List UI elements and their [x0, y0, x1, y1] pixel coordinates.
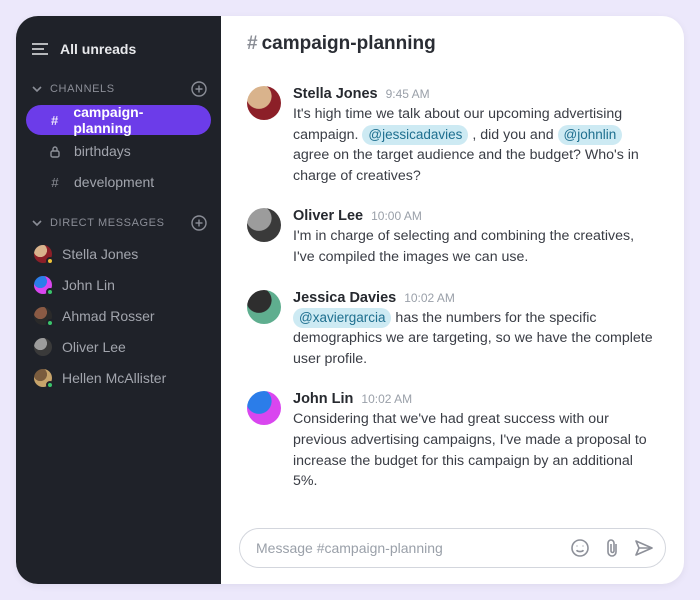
text-run: Considering that we've had great success… — [293, 411, 647, 489]
presence-dot — [46, 288, 54, 296]
dm-item-label: Oliver Lee — [62, 339, 126, 355]
sidebar-item-label: development — [74, 174, 154, 190]
composer-area — [221, 520, 684, 584]
message-text: I'm in charge of selecting and combining… — [293, 226, 658, 267]
main-panel: # campaign-planning Stella Jones 9:45 AM I… — [221, 16, 684, 584]
hash-icon: # — [46, 175, 64, 190]
mention[interactable]: @xaviergarcia — [293, 308, 391, 329]
dm-item-label: Stella Jones — [62, 246, 138, 262]
message-time: 10:02 AM — [361, 392, 412, 406]
dm-item-oliver-lee[interactable]: Oliver Lee — [16, 332, 221, 362]
text-run: agree on the target audience and the bud… — [293, 147, 639, 184]
channels-list: # campaign-planning birthdays # development — [16, 104, 221, 198]
avatar — [34, 276, 52, 294]
sidebar-item-birthdays[interactable]: birthdays — [26, 136, 211, 166]
channels-section-header[interactable]: CHANNELS — [16, 74, 221, 104]
avatar — [34, 369, 52, 387]
message: John Lin 10:02 AM Considering that we've h… — [247, 381, 658, 503]
sidebar: All unreads CHANNELS # campaign-planning b… — [16, 16, 221, 584]
avatar — [34, 245, 52, 263]
send-icon[interactable] — [633, 537, 655, 559]
message-time: 10:00 AM — [371, 209, 422, 223]
dm-item-ahmad-rosser[interactable]: Ahmad Rosser — [16, 301, 221, 331]
add-channel-button[interactable] — [191, 81, 207, 97]
message-time: 9:45 AM — [386, 87, 430, 101]
message: Stella Jones 9:45 AM It's high time we tal… — [247, 76, 658, 198]
text-run: , did you and — [468, 127, 557, 143]
all-unreads-button[interactable]: All unreads — [16, 34, 221, 64]
message-author: Jessica Davies — [293, 290, 396, 306]
message-header: John Lin 10:02 AM — [293, 391, 658, 407]
avatar — [247, 208, 281, 242]
channel-name: campaign-planning — [262, 33, 436, 55]
message-author: John Lin — [293, 391, 353, 407]
presence-dot — [46, 381, 54, 389]
attachment-icon[interactable] — [601, 537, 623, 559]
dm-item-john-lin[interactable]: John Lin — [16, 270, 221, 300]
channel-header: # campaign-planning — [221, 16, 684, 72]
dm-item-label: Ahmad Rosser — [62, 308, 155, 324]
text-run: I'm in charge of selecting and combining… — [293, 228, 634, 265]
channels-label: CHANNELS — [50, 83, 115, 95]
sidebar-item-label: campaign-planning — [73, 104, 197, 136]
dm-item-label: Hellen McAllister — [62, 370, 166, 386]
dms-list: Stella Jones John Lin Ahmad Rosser Oliver L… — [16, 238, 221, 394]
message-text: @xaviergarcia has the numbers for the sp… — [293, 308, 658, 370]
message-header: Jessica Davies 10:02 AM — [293, 290, 658, 306]
app-frame: All unreads CHANNELS #campaign-planningb… — [16, 16, 684, 584]
message-time: 10:02 AM — [404, 291, 455, 305]
message-header: Stella Jones 9:45 AM — [293, 86, 658, 102]
dms-section-header[interactable]: DIRECT MESSAGES — [16, 208, 221, 238]
presence-dot — [46, 257, 54, 265]
avatar — [247, 290, 281, 324]
dm-item-hellen-mcallister[interactable]: Hellen McAllister — [16, 363, 221, 393]
message-input[interactable] — [256, 540, 559, 556]
sidebar-item-development[interactable]: # development — [26, 167, 211, 197]
dm-item-stella-jones[interactable]: Stella Jones — [16, 239, 221, 269]
lock-icon — [46, 145, 64, 158]
avatar — [34, 307, 52, 325]
avatar — [247, 391, 281, 425]
message-body: John Lin 10:02 AM Considering that we've h… — [293, 391, 658, 491]
message: Jessica Davies 10:02 AM @xaviergarcia has … — [247, 280, 658, 382]
add-dm-button[interactable] — [191, 215, 207, 231]
avatar — [247, 86, 281, 120]
sidebar-item-campaign-planning[interactable]: # campaign-planning — [26, 105, 211, 135]
message: Oliver Lee 10:00 AM I'm in charge of selec… — [247, 198, 658, 279]
message-text: It's high time we talk about our upcomin… — [293, 104, 658, 186]
chevron-down-icon — [32, 219, 42, 227]
message-author: Oliver Lee — [293, 208, 363, 224]
emoji-icon[interactable] — [569, 537, 591, 559]
message-body: Jessica Davies 10:02 AM @xaviergarcia has … — [293, 290, 658, 370]
dm-item-label: John Lin — [62, 277, 115, 293]
message-header: Oliver Lee 10:00 AM — [293, 208, 658, 224]
avatar — [34, 338, 52, 356]
message-composer[interactable] — [239, 528, 666, 568]
message-body: Stella Jones 9:45 AM It's high time we tal… — [293, 86, 658, 186]
message-body: Oliver Lee 10:00 AM I'm in charge of selec… — [293, 208, 658, 267]
messages-list[interactable]: Stella Jones 9:45 AM It's high time we tal… — [221, 72, 684, 520]
dms-label: DIRECT MESSAGES — [50, 217, 165, 229]
hash-icon: # — [46, 113, 63, 128]
all-unreads-label: All unreads — [60, 41, 136, 57]
presence-dot — [46, 319, 54, 327]
mention[interactable]: @jessicadavies — [362, 125, 468, 146]
message-author: Stella Jones — [293, 86, 378, 102]
chevron-down-icon — [32, 85, 42, 93]
mention[interactable]: @johnlin — [558, 125, 623, 146]
message-text: Considering that we've had great success… — [293, 409, 658, 491]
hash-icon: # — [247, 33, 258, 55]
sidebar-item-label: birthdays — [74, 143, 131, 159]
menu-icon — [32, 43, 48, 55]
